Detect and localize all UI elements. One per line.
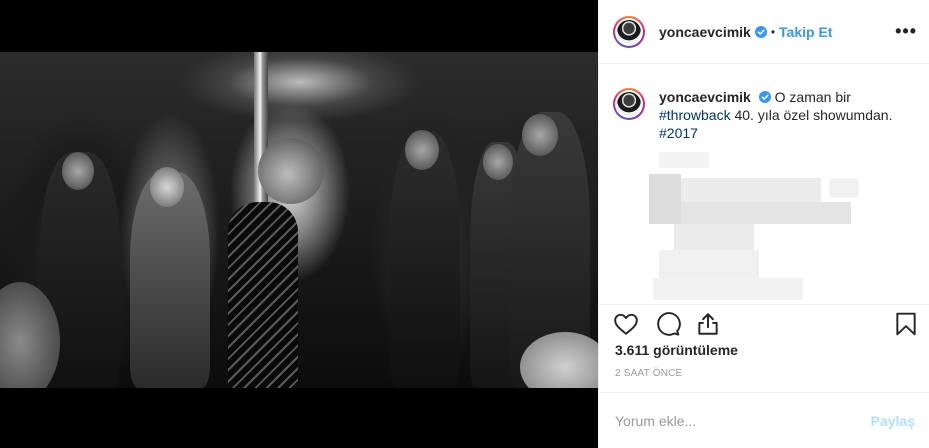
heart-icon[interactable] — [613, 311, 639, 337]
blurred-region — [674, 224, 754, 250]
avatar-image — [617, 92, 641, 116]
verified-badge-icon — [758, 91, 771, 103]
caption-text: yoncaevcimik O zaman bir #throwback 40. … — [659, 88, 909, 142]
post-timestamp[interactable]: 2 SAAT ÖNCE — [615, 368, 682, 379]
comments-area: yoncaevcimik O zaman bir #throwback 40. … — [599, 64, 929, 304]
avatar-ring — [615, 17, 643, 46]
avatar-ring — [615, 90, 643, 118]
share-icon[interactable] — [695, 311, 721, 337]
caption-text-part: O zaman bir — [774, 89, 851, 105]
video-scene-shape — [390, 132, 460, 388]
action-bar — [599, 304, 929, 340]
video-scene-shape — [258, 138, 324, 204]
video-scene-shape — [228, 202, 298, 388]
caption-username[interactable]: yoncaevcimik — [659, 89, 751, 105]
hashtag-link[interactable]: #2017 — [659, 125, 698, 141]
blurred-region — [649, 174, 681, 224]
blurred-region — [659, 152, 709, 168]
follow-button[interactable]: Takip Et — [779, 24, 832, 40]
post-media[interactable] — [0, 0, 598, 448]
video-scene-shape — [405, 130, 439, 170]
video-scene-shape — [522, 114, 558, 156]
view-count[interactable]: 3.611 görüntüleme — [615, 342, 738, 358]
video-player[interactable] — [0, 52, 598, 388]
comment-input[interactable] — [615, 412, 871, 429]
comment-bubble-icon[interactable] — [655, 311, 681, 337]
caption-avatar[interactable] — [613, 88, 645, 120]
caption: yoncaevcimik O zaman bir #throwback 40. … — [613, 88, 915, 142]
video-scene-shape — [62, 152, 94, 190]
more-options-icon[interactable]: ••• — [895, 22, 917, 40]
avatar[interactable] — [613, 15, 645, 48]
blurred-region — [681, 202, 851, 224]
verified-badge-icon — [754, 25, 767, 38]
post-header: yoncaevcimik • Takip Et ••• — [599, 0, 929, 64]
username-link[interactable]: yoncaevcimik — [659, 24, 751, 40]
blurred-region — [681, 178, 821, 202]
avatar-image — [617, 19, 641, 44]
video-scene-shape — [150, 167, 184, 207]
hashtag-link[interactable]: #throwback — [659, 107, 731, 123]
caption-text-part: 40. yıla özel showumdan. — [734, 107, 893, 123]
blurred-region — [653, 278, 803, 300]
video-scene-shape — [483, 144, 513, 180]
post-panel: yoncaevcimik • Takip Et ••• yoncaevcimik… — [598, 0, 929, 448]
blurred-region — [829, 178, 859, 198]
post-comment-button[interactable]: Paylaş — [871, 413, 915, 429]
bookmark-icon[interactable] — [893, 311, 919, 337]
blurred-region — [659, 250, 759, 278]
separator-dot: • — [770, 24, 776, 39]
comment-form: Paylaş — [599, 392, 929, 448]
